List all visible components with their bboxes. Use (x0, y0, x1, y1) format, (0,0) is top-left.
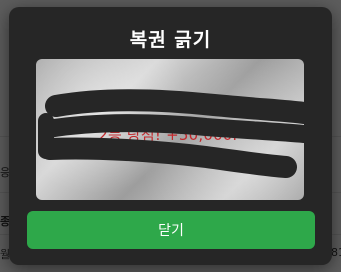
scratch-marks (38, 89, 304, 178)
modal-title: 복권 긁기 (129, 29, 212, 51)
scratch-ticket[interactable]: 2등 당첨! +50,000P (36, 59, 304, 200)
scratch-lottery-modal: 복권 긁기 2등 당첨! +50,000P 닫기 (9, 7, 332, 265)
close-button[interactable]: 닫기 (27, 211, 315, 249)
